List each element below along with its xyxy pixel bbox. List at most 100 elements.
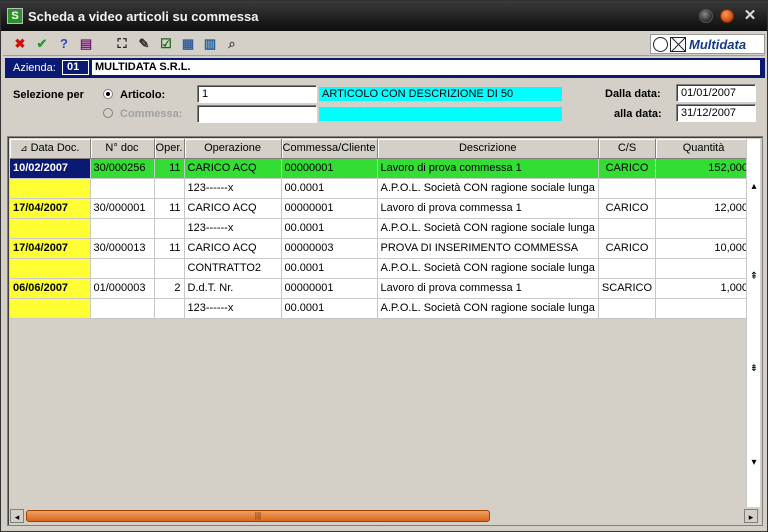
alla-data-input[interactable]: 31/12/2007 [676,104,756,122]
sort-indicator-icon: ⊿ [20,143,28,154]
table-cell: 00000001 [281,158,378,179]
checkbox-icon[interactable]: ☑ [157,35,175,53]
search-icon[interactable]: ⌕ [223,35,241,53]
document-icon[interactable]: ▦ [179,35,197,53]
column-header[interactable]: N° doc [90,139,155,159]
table-cell: 00.0001 [281,178,378,199]
table-cell: 123------x [184,298,282,319]
table-cell: A.P.O.L. Società CON ragione sociale lun… [377,258,599,279]
page-down-icon[interactable]: ⇟ [747,363,761,374]
commessa-input[interactable] [197,105,317,123]
table-cell: 30/000256 [90,158,155,179]
table-cell [10,298,91,319]
articolo-radio[interactable] [103,89,113,99]
table-row[interactable]: 10/02/2007 30/000256 11 CARICO ACQ 00000001 L… [10,158,753,179]
selection-panel: Selezione per Articolo: 1 ARTICOLO CON D… [3,79,765,131]
minimize-button[interactable] [699,9,713,23]
horizontal-scrollbar[interactable]: ◂ ||| ▸ [10,508,760,524]
table-cell [655,178,753,199]
table-header: ⊿ Data Doc. N° doc Oper. Operazione Commessa/… [10,139,753,159]
column-header-label: Commessa/Cliente [282,142,376,155]
scroll-right-icon[interactable]: ▸ [744,509,758,523]
table-icon[interactable]: ▥ [201,35,219,53]
column-header[interactable]: Oper. [154,139,185,159]
column-header[interactable]: C/S [598,139,657,159]
column-header[interactable]: Descrizione [377,139,599,159]
articolo-input[interactable]: 1 [197,85,317,103]
table-cell: 11 [154,158,185,179]
table-cell: 00.0001 [281,298,378,319]
table-cell: CONTRATTO2 [184,258,282,279]
table-cell: 10,000 [655,238,753,259]
column-header-label: Operazione [204,142,261,155]
scroll-left-icon[interactable]: ◂ [10,509,24,523]
column-header-label: Descrizione [458,142,517,155]
table-cell: 06/06/2007 [10,278,91,299]
close-button[interactable]: ✕ [742,8,758,24]
book-icon[interactable]: ▤ [77,35,95,53]
edit-icon[interactable]: ✎ [135,35,153,53]
table-row[interactable]: 17/04/2007 30/000013 11 CARICO ACQ 00000003 P… [10,238,753,259]
scroll-thumb[interactable]: ||| [26,510,490,522]
title-bar[interactable]: S Scheda a video articoli su commessa ✕ [1,1,767,31]
cancel-icon[interactable]: ✖ [11,35,29,53]
binoculars-icon[interactable]: ⛶ [113,35,131,53]
table-cell: CARICO [598,238,657,259]
logo-cross-icon [670,37,686,52]
table-row[interactable]: 123------x 00.0001 A.P.O.L. Società CON ra… [10,178,753,199]
table-cell: 11 [154,238,185,259]
table-cell: Lavoro di prova commessa 1 [377,198,599,219]
dalla-data-label: Dalla data: [605,88,661,100]
table-row[interactable]: 123------x 00.0001 A.P.O.L. Società CON ra… [10,218,753,239]
table-cell: SCARICO [598,278,657,299]
column-header[interactable]: Commessa/Cliente [281,139,378,159]
azienda-bar: Azienda: 01 MULTIDATA S.R.L. [5,58,765,78]
table-cell: Lavoro di prova commessa 1 [377,158,599,179]
table-cell [598,218,657,239]
column-header[interactable]: Operazione [184,139,282,159]
vertical-scrollbar[interactable]: ▴ ⇞ ⇟ ▾ [746,139,760,507]
table-row[interactable]: 06/06/2007 01/000003 2 D.d.T. Nr. 00000001 La… [10,278,753,299]
articolo-label: Articolo: [120,89,166,101]
maximize-button[interactable] [720,9,734,23]
table-cell [655,218,753,239]
articolo-description: ARTICOLO CON DESCRIZIONE DI 50 [319,87,562,101]
table-cell: 01/000003 [90,278,155,299]
table-cell: D.d.T. Nr. [184,278,282,299]
table-cell [90,258,155,279]
column-header[interactable]: ⊿ Data Doc. [10,139,91,159]
column-header[interactable]: Quantità [655,139,753,159]
commessa-radio[interactable] [103,108,113,118]
azienda-name: MULTIDATA S.R.L. [92,60,760,75]
table-cell: PROVA DI INSERIMENTO COMMESSA [377,238,599,259]
results-table: ⊿ Data Doc. N° doc Oper. Operazione Commessa/… [10,139,753,319]
azienda-code-field[interactable]: 01 [62,60,89,75]
table-cell: 10/02/2007 [10,158,91,179]
table-cell [598,298,657,319]
app-icon[interactable]: S [7,8,23,24]
commessa-description [319,107,562,121]
dalla-data-input[interactable]: 01/01/2007 [676,84,756,102]
table-cell [154,218,185,239]
results-grid: ⊿ Data Doc. N° doc Oper. Operazione Commessa/… [7,136,763,526]
table-row[interactable]: CONTRATTO2 00.0001 A.P.O.L. Società CON ra… [10,258,753,279]
table-cell: 2 [154,278,185,299]
table-cell: CARICO [598,158,657,179]
table-cell [598,178,657,199]
scroll-down-icon[interactable]: ▾ [747,457,761,468]
confirm-icon[interactable]: ✔ [33,35,51,53]
page-up-icon[interactable]: ⇞ [747,271,761,282]
table-cell [655,298,753,319]
table-row[interactable]: 123------x 00.0001 A.P.O.L. Società CON ra… [10,298,753,319]
table-cell [598,258,657,279]
help-icon[interactable]: ? [55,35,73,53]
table-cell: 12,000 [655,198,753,219]
table-cell: A.P.O.L. Società CON ragione sociale lun… [377,218,599,239]
scroll-up-icon[interactable]: ▴ [747,181,761,192]
table-cell: 00.0001 [281,258,378,279]
table-row[interactable]: 17/04/2007 30/000001 11 CARICO ACQ 00000001 L… [10,198,753,219]
table-cell [154,258,185,279]
table-cell: 30/000013 [90,238,155,259]
table-cell: 152,000 [655,158,753,179]
table-cell: 00.0001 [281,218,378,239]
